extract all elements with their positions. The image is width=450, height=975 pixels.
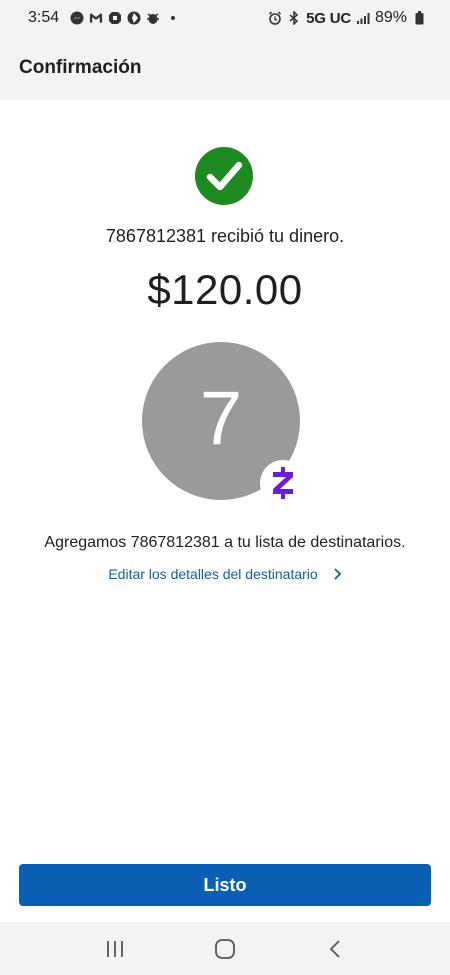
status-left: 3:54 [28,9,176,27]
status-time: 3:54 [28,9,60,26]
page-title: Confirmación [19,57,142,78]
notification-dot-icon [171,16,176,20]
confirmation-screen: 3:54 5G UC 89% Confirmación 7867812381 r… [0,0,450,975]
status-bar: 3:54 5G UC 89% [0,0,450,36]
home-button[interactable] [205,929,245,969]
edit-recipient-link[interactable]: Editar los detalles del destinatario [0,566,450,582]
bug-icon [146,11,160,25]
messenger-icon [70,11,84,25]
gmail-icon [89,11,103,25]
recipient-added-message: Agregamos 7867812381 a tu lista de desti… [44,534,406,551]
recipient-avatar: 7 [142,342,306,506]
recent-apps-button[interactable] [95,929,135,969]
back-chevron-icon [329,939,340,958]
home-icon [215,938,235,959]
signal-icon [356,11,370,25]
chevron-right-icon [332,567,342,581]
recent-apps-icon [107,940,123,957]
app-header: Confirmación [0,36,450,100]
success-check-icon [195,147,253,205]
chase-icon [108,11,122,25]
edit-recipient-label[interactable]: Editar los detalles del destinatario [108,566,317,582]
battery-level: 89% [374,9,407,26]
amount-sent: $120.00 [147,266,303,313]
status-right: 5G UC 89% [268,9,426,27]
avatar-initial: 7 [199,376,243,461]
zelle-logo-icon [260,460,306,506]
back-button[interactable] [315,929,355,969]
battery-icon [412,11,426,25]
system-nav-bar [0,922,450,975]
alarm-icon [268,11,282,25]
done-button[interactable]: Listo [19,864,431,906]
app-icon [127,11,141,25]
confirmation-message: 7867812381 recibió tu dinero. [105,226,345,246]
bluetooth-icon [287,11,301,25]
network-type: 5G UC [306,9,351,27]
